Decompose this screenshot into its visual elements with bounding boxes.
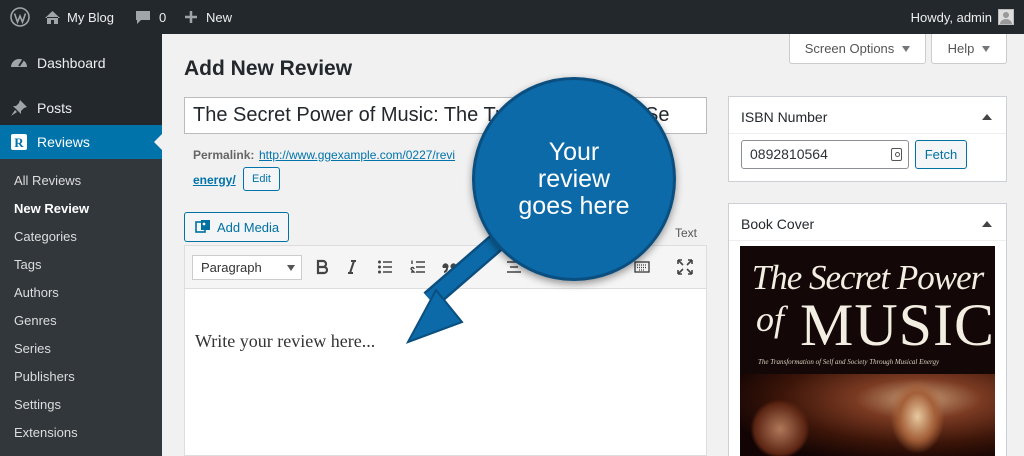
help-button[interactable]: Help xyxy=(931,34,1007,64)
blockquote-button[interactable] xyxy=(439,257,461,277)
sidebar-item-posts[interactable]: Posts xyxy=(0,91,162,125)
site-home-link[interactable]: My Blog xyxy=(44,0,114,34)
review-content-editor[interactable]: Write your review here... xyxy=(184,289,707,456)
submenu-item-tags[interactable]: Tags xyxy=(14,257,41,272)
permalink-url-slug-end[interactable]: energy/ xyxy=(193,173,236,187)
add-media-label: Add Media xyxy=(217,219,280,235)
new-content-link[interactable]: New xyxy=(184,0,232,34)
submenu-item-extensions[interactable]: Extensions xyxy=(14,425,78,440)
user-account-menu[interactable]: Howdy, admin xyxy=(911,0,1014,34)
screen-options-button[interactable]: Screen Options xyxy=(789,34,926,64)
sidebar-item-label: Dashboard xyxy=(37,55,106,71)
review-callout-bubble: Your review goes here xyxy=(472,77,676,281)
fetch-button[interactable]: Fetch xyxy=(915,140,967,169)
bold-button[interactable] xyxy=(311,257,333,277)
howdy-text: Howdy, admin xyxy=(910,9,992,25)
caret-down-icon xyxy=(982,45,991,52)
italic-icon xyxy=(348,260,356,274)
screen-options-label: Screen Options xyxy=(804,41,895,56)
cover-title-music: MUSIC xyxy=(800,292,995,358)
bold-icon xyxy=(316,259,329,275)
submenu-item-series[interactable]: Series xyxy=(14,341,51,356)
callout-text: Your review goes here xyxy=(518,137,630,220)
plus-icon xyxy=(185,11,197,23)
avatar xyxy=(998,9,1014,25)
add-media-button[interactable]: Add Media xyxy=(184,212,289,242)
submenu-item-authors[interactable]: Authors xyxy=(14,285,59,300)
collapse-toggle-icon[interactable] xyxy=(982,221,992,227)
fullscreen-icon xyxy=(677,259,693,275)
cover-painting xyxy=(740,374,995,456)
caret-down-icon xyxy=(902,45,911,52)
sidebar-item-label: Posts xyxy=(37,100,73,116)
sidebar-item-label: Reviews xyxy=(37,134,90,150)
svg-text:R: R xyxy=(14,135,24,150)
submenu-item-categories[interactable]: Categories xyxy=(14,229,77,244)
permalink-url-link[interactable]: http://www.ggexample.com/0227/revi xyxy=(259,148,455,162)
gauge-icon xyxy=(11,59,27,67)
collapse-toggle-icon[interactable] xyxy=(982,114,992,120)
isbn-input[interactable]: 0892810564 xyxy=(741,140,909,169)
book-cover-metabox: Book Cover The Secret Power of MUSIC The… xyxy=(728,203,1007,456)
edit-permalink-button[interactable]: Edit xyxy=(243,167,280,191)
reviews-logo-icon: R xyxy=(11,134,27,150)
submenu-item-settings[interactable]: Settings xyxy=(14,397,61,412)
comments-count: 0 xyxy=(159,9,167,25)
submenu-item-publishers[interactable]: Publishers xyxy=(14,369,75,384)
new-label: New xyxy=(206,9,233,25)
numbered-list-button[interactable] xyxy=(407,257,429,277)
bulleted-list-icon xyxy=(378,260,392,274)
contact-card-icon xyxy=(891,148,902,161)
italic-button[interactable] xyxy=(341,257,363,277)
admin-sidebar: Dashboard Posts R Reviews All Reviews Ne… xyxy=(0,34,162,456)
divider xyxy=(729,240,1006,241)
cover-title-of: of xyxy=(756,299,785,339)
paragraph-format-select[interactable]: Paragraph xyxy=(192,255,302,280)
quote-icon xyxy=(442,263,457,273)
editor-placeholder-text: Write your review here... xyxy=(195,331,376,351)
comment-bubble-icon xyxy=(136,10,150,24)
help-label: Help xyxy=(947,41,975,56)
isbn-value: 0892810564 xyxy=(750,146,828,162)
bulleted-list-button[interactable] xyxy=(374,257,396,277)
cover-subtitle: The Transformation of Self and Society T… xyxy=(758,358,940,366)
site-name: My Blog xyxy=(67,9,114,25)
submenu-item-all-reviews[interactable]: All Reviews xyxy=(14,173,81,188)
comments-link[interactable]: 0 xyxy=(135,0,166,34)
isbn-metabox: ISBN Number 0892810564 Fetch xyxy=(728,96,1007,182)
permalink-label: Permalink: xyxy=(193,148,255,162)
home-icon xyxy=(45,10,60,24)
wordpress-logo-icon[interactable] xyxy=(10,0,30,34)
book-cover-image[interactable]: The Secret Power of MUSIC The Transforma… xyxy=(740,246,995,456)
page-title: Add New Review xyxy=(184,57,353,80)
book-cover-metabox-title: Book Cover xyxy=(741,216,815,232)
pushpin-icon xyxy=(11,100,27,116)
tab-text-editor[interactable]: Text xyxy=(675,226,697,240)
numbered-list-icon xyxy=(410,260,425,273)
sidebar-item-dashboard[interactable]: Dashboard xyxy=(0,46,162,80)
media-icon xyxy=(195,220,210,233)
isbn-metabox-title: ISBN Number xyxy=(741,109,828,125)
reviews-submenu: All Reviews New Review Categories Tags A… xyxy=(0,159,162,456)
admin-bar: My Blog 0 New Howdy, admin xyxy=(0,0,1024,34)
keyboard-icon xyxy=(634,261,650,273)
fullscreen-button[interactable] xyxy=(674,257,696,277)
caret-down-icon xyxy=(287,265,295,271)
submenu-item-genres[interactable]: Genres xyxy=(14,313,57,328)
sidebar-item-reviews[interactable]: R Reviews xyxy=(0,125,162,159)
format-select-value: Paragraph xyxy=(201,260,262,275)
submenu-item-new-review[interactable]: New Review xyxy=(14,201,89,216)
divider xyxy=(729,133,1006,134)
